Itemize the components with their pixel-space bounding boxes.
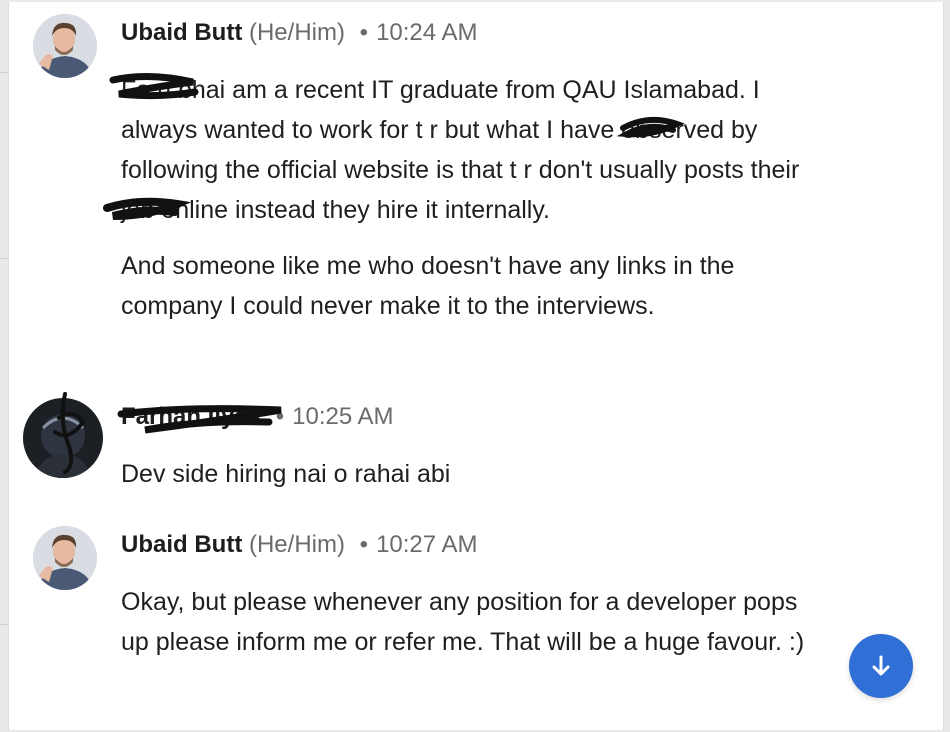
separator-dot: • [359, 19, 369, 46]
avatar[interactable] [33, 526, 97, 590]
message-body: Fa n bhai am a recent IT graduate from Q… [121, 70, 821, 326]
message-body: Dev side hiring nai o rahai abi [121, 454, 821, 494]
sender-name[interactable]: Ubaid Butt [121, 531, 242, 558]
separator-dot: • [275, 403, 285, 430]
avatar[interactable] [33, 14, 97, 78]
timestamp: 10:27 AM [376, 531, 478, 558]
avatar[interactable] [23, 398, 103, 478]
sender-name[interactable]: Farhan Ilyas [121, 403, 261, 430]
sender-name[interactable]: Ubaid Butt [121, 19, 242, 46]
arrow-down-icon [872, 655, 890, 676]
message-paragraph: Fa n bhai am a recent IT graduate from Q… [121, 76, 800, 224]
message-paragraph: Okay, but please whenever any position f… [121, 588, 805, 656]
message-body: Okay, but please whenever any position f… [121, 582, 821, 662]
separator-dot: • [359, 531, 369, 558]
timestamp: 10:24 AM [376, 19, 478, 46]
pronouns: (He/Him) [248, 531, 345, 558]
message-paragraph: Dev side hiring nai o rahai abi [121, 460, 451, 488]
pronouns: (He/Him) [248, 19, 345, 46]
message-paragraph: And someone like me who doesn't have any… [121, 252, 735, 320]
timestamp: 10:25 AM [292, 403, 394, 430]
scroll-to-bottom-button[interactable] [849, 634, 913, 698]
message-thread: Ubaid Butt (He/Him) • 10:24 AM Fa n bhai … [8, 2, 944, 730]
